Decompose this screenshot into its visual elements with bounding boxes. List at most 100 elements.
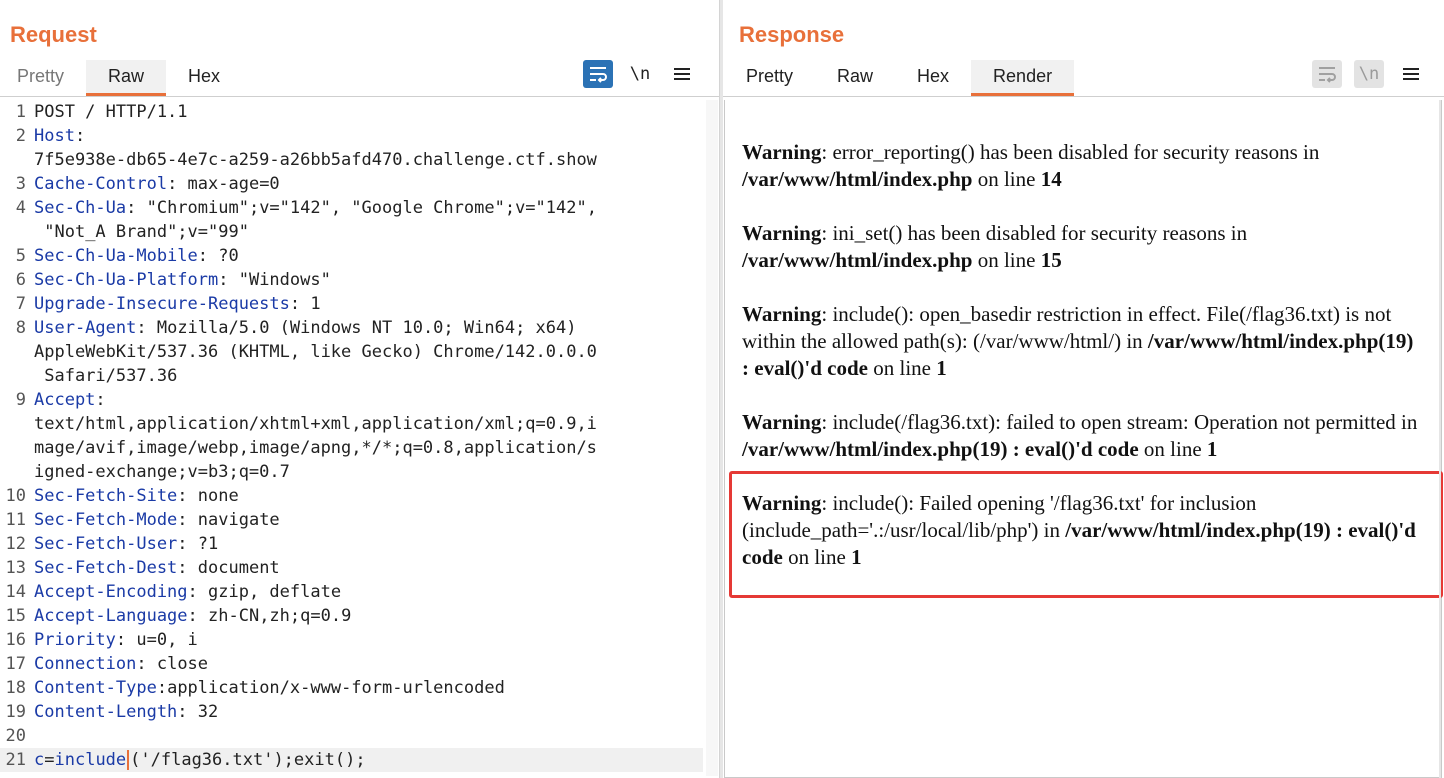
response-pane: Response Pretty Raw Hex Render \n Warnin…: [723, 0, 1444, 778]
line-code[interactable]: Accept-Encoding: gzip, deflate: [26, 580, 698, 604]
editor-line[interactable]: 5 Sec-Ch-Ua-Mobile: ?0: [0, 244, 705, 268]
line-code[interactable]: Priority: u=0, i: [26, 628, 698, 652]
tab-pretty[interactable]: Pretty: [723, 60, 815, 96]
line-code[interactable]: Content-Type:application/x-www-form-urle…: [26, 676, 698, 700]
line-code[interactable]: [26, 724, 698, 748]
line-code[interactable]: "Not_A Brand";v="99": [26, 220, 698, 244]
line-number: 12: [5, 534, 26, 554]
line-code[interactable]: Sec-Fetch-Site: none: [26, 484, 698, 508]
header-value: "Not_A Brand";v="99": [34, 222, 249, 242]
tab-raw[interactable]: Raw: [815, 60, 895, 96]
header-value: ?1: [187, 534, 219, 554]
editor-line[interactable]: 8 User-Agent: Mozilla/5.0 (Windows NT 10.…: [0, 316, 705, 340]
line-code[interactable]: igned-exchange;v=b3;q=0.7: [26, 460, 698, 484]
line-code[interactable]: Sec-Ch-Ua-Platform: "Windows": [26, 268, 698, 292]
warning-block: Warning: error_reporting() has been disa…: [742, 140, 1320, 191]
line-number: 20: [5, 726, 26, 746]
editor-line[interactable]: 7f5e938e-db65-4e7c-a259-a26bb5afd470.cha…: [0, 148, 705, 172]
editor-line[interactable]: 2 Host:: [0, 124, 705, 148]
response-scrollbar[interactable]: [1439, 100, 1441, 778]
wrap-lines-icon[interactable]: [1312, 60, 1342, 88]
line-number: 1: [15, 102, 26, 122]
editor-line-current[interactable]: 21 c=include ('/flag36.txt');exit();: [0, 748, 703, 772]
editor-line[interactable]: 4 Sec-Ch-Ua: "Chromium";v="142", "Google …: [0, 196, 705, 220]
editor-line[interactable]: 20: [0, 724, 705, 748]
request-scrollbar[interactable]: [706, 100, 718, 776]
header-key: Content-Type: [34, 678, 157, 698]
line-code[interactable]: Upgrade-Insecure-Requests: 1: [26, 292, 698, 316]
line-code[interactable]: Sec-Ch-Ua-Mobile: ?0: [26, 244, 698, 268]
editor-line[interactable]: AppleWebKit/537.36 (KHTML, like Gecko) C…: [0, 340, 705, 364]
warning-block-highlighted: Warning: include(): Failed opening '/fla…: [742, 491, 1416, 569]
line-code[interactable]: User-Agent: Mozilla/5.0 (Windows NT 10.0…: [26, 316, 698, 340]
line-code[interactable]: Sec-Fetch-Mode: navigate: [26, 508, 698, 532]
line-number: 11: [5, 510, 26, 530]
header-key: Accept-Encoding: [34, 582, 188, 602]
line-code[interactable]: Host:: [26, 124, 698, 148]
editor-line[interactable]: 16 Priority: u=0, i: [0, 628, 705, 652]
line-code[interactable]: Accept-Language: zh-CN,zh;q=0.9: [26, 604, 698, 628]
line-code[interactable]: mage/avif,image/webp,image/apng,*/*;q=0.…: [26, 436, 698, 460]
line-number: 3: [15, 174, 26, 194]
tab-hex[interactable]: Hex: [166, 60, 242, 96]
editor-line[interactable]: "Not_A Brand";v="99": [0, 220, 705, 244]
tab-hex[interactable]: Hex: [895, 60, 971, 96]
request-editor[interactable]: 1 POST / HTTP/1.1 2 Host: 7f5e938e-db65-4e7c…: [0, 100, 705, 776]
line-code[interactable]: 7f5e938e-db65-4e7c-a259-a26bb5afd470.cha…: [26, 148, 698, 172]
request-tabs: Pretty Raw Hex: [0, 60, 242, 96]
response-tab-rule: [723, 96, 1444, 97]
newline-toggle[interactable]: \n: [1354, 60, 1384, 88]
hamburger-menu-icon[interactable]: [667, 60, 697, 88]
tab-raw[interactable]: Raw: [86, 60, 167, 96]
editor-line[interactable]: mage/avif,image/webp,image/apng,*/*;q=0.…: [0, 436, 705, 460]
line-code[interactable]: Sec-Fetch-Dest: document: [26, 556, 698, 580]
editor-line[interactable]: Safari/537.36: [0, 364, 705, 388]
line-code[interactable]: Accept:: [26, 388, 698, 412]
request-body[interactable]: c=include ('/flag36.txt');exit();: [26, 748, 698, 772]
line-code[interactable]: Sec-Ch-Ua: "Chromium";v="142", "Google C…: [26, 196, 698, 220]
tab-render[interactable]: Render: [971, 60, 1075, 96]
line-code[interactable]: Safari/537.36: [26, 364, 698, 388]
editor-line[interactable]: 10 Sec-Fetch-Site: none: [0, 484, 705, 508]
line-number: 10: [5, 486, 26, 506]
editor-line[interactable]: 18 Content-Type:application/x-www-form-ur…: [0, 676, 705, 700]
editor-line[interactable]: 12 Sec-Fetch-User: ?1: [0, 532, 705, 556]
hamburger-menu-icon[interactable]: [1396, 60, 1426, 88]
editor-line[interactable]: 17 Connection: close: [0, 652, 705, 676]
editor-line[interactable]: 1 POST / HTTP/1.1: [0, 100, 705, 124]
header-value: 1: [300, 294, 321, 314]
newline-toggle[interactable]: \n: [625, 60, 655, 88]
editor-line[interactable]: 3 Cache-Control: max-age=0: [0, 172, 705, 196]
editor-line[interactable]: 7 Upgrade-Insecure-Requests: 1: [0, 292, 705, 316]
line-code[interactable]: Sec-Fetch-User: ?1: [26, 532, 698, 556]
line-code[interactable]: Connection: close: [26, 652, 698, 676]
tab-pretty[interactable]: Pretty: [0, 60, 86, 96]
editor-line[interactable]: 6 Sec-Ch-Ua-Platform: "Windows": [0, 268, 705, 292]
editor-line[interactable]: 19 Content-Length: 32: [0, 700, 705, 724]
line-number: 8: [15, 318, 26, 338]
editor-line[interactable]: 11 Sec-Fetch-Mode: navigate: [0, 508, 705, 532]
editor-line[interactable]: text/html,application/xhtml+xml,applicat…: [0, 412, 705, 436]
body-param-name: c: [34, 750, 45, 770]
line-code[interactable]: Content-Length: 32: [26, 700, 698, 724]
header-key: Content-Length: [34, 702, 178, 722]
header-key: Sec-Fetch-Dest: [34, 558, 178, 578]
header-value: zh-CN,zh;q=0.9: [197, 606, 352, 626]
header-value: close: [146, 654, 209, 674]
editor-line[interactable]: 13 Sec-Fetch-Dest: document: [0, 556, 705, 580]
wrap-lines-icon[interactable]: [583, 60, 613, 88]
render-view: Warning: error_reporting() has been disa…: [724, 100, 1443, 778]
line-code[interactable]: text/html,application/xhtml+xml,applicat…: [26, 412, 698, 436]
header-key: Sec-Ch-Ua-Platform: [34, 270, 219, 290]
line-code[interactable]: POST / HTTP/1.1: [26, 100, 698, 124]
editor-line[interactable]: igned-exchange;v=b3;q=0.7: [0, 460, 705, 484]
editor-line[interactable]: 14 Accept-Encoding: gzip, deflate: [0, 580, 705, 604]
editor-line[interactable]: 9 Accept:: [0, 388, 705, 412]
line-code[interactable]: Cache-Control: max-age=0: [26, 172, 698, 196]
editor-line[interactable]: 15 Accept-Language: zh-CN,zh;q=0.9: [0, 604, 705, 628]
request-toolbar: \n: [583, 60, 697, 88]
line-code[interactable]: AppleWebKit/537.36 (KHTML, like Gecko) C…: [26, 340, 698, 364]
line-number: 5: [15, 246, 26, 266]
header-key: Connection: [34, 654, 137, 674]
header-value: AppleWebKit/537.36 (KHTML, like Gecko) C…: [34, 342, 597, 362]
